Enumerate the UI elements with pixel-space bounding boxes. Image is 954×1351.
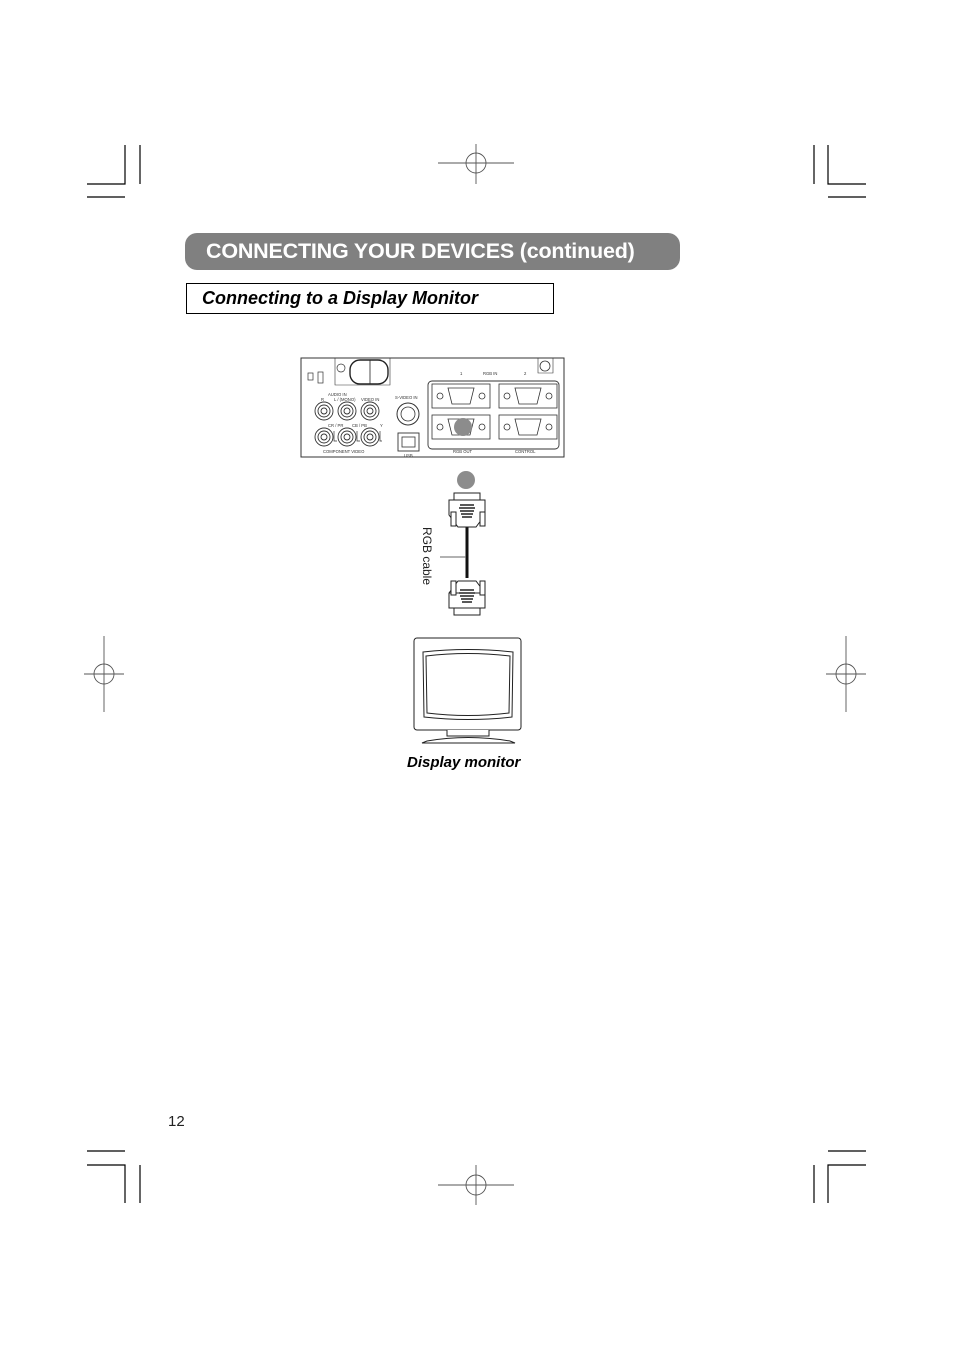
rgb-out-highlight — [454, 418, 472, 436]
connection-dot — [457, 471, 475, 489]
rgb-cable — [440, 471, 486, 616]
crop-mark-bottom-left — [87, 1164, 126, 1203]
rgb-cable-label: RGB cable — [420, 527, 434, 586]
vga-plug-bottom — [448, 580, 486, 616]
crop-mark-top-right — [827, 145, 866, 185]
vga-plug-top — [448, 492, 486, 528]
section-title: Connecting to a Display Monitor — [186, 283, 554, 314]
usb-port — [397, 432, 420, 452]
usb-label: USB — [404, 453, 413, 458]
power-inlet — [349, 359, 389, 385]
control-label: CONTROL — [515, 449, 536, 454]
video-in-label: VIDEO IN — [361, 397, 379, 402]
rgb-out-label: RGB OUT — [453, 449, 473, 454]
rgb-in-label: RGB IN — [483, 371, 497, 376]
registration-mark-top — [438, 144, 514, 184]
page-title: CONNECTING YOUR DEVICES (continued) — [185, 233, 680, 270]
cb-pb-label: CB / PB — [352, 423, 367, 428]
registration-mark-right — [826, 636, 866, 712]
registration-mark-left — [84, 636, 124, 712]
audio-l-label: L / (MONO) — [334, 397, 356, 402]
page-number: 12 — [168, 1113, 185, 1130]
crop-mark-bottom-right — [827, 1164, 866, 1203]
cr-pr-label: CR / PR — [328, 423, 343, 428]
s-video-port — [396, 402, 420, 426]
component-video-label: COMPONENT VIDEO — [323, 449, 365, 454]
display-monitor-icon — [413, 637, 522, 744]
monitor-caption: Display monitor — [407, 754, 521, 771]
s-video-in-label: S-VIDEO IN — [395, 395, 418, 400]
crop-mark-top-left — [87, 145, 126, 185]
y-label: Y — [380, 423, 383, 428]
audio-r-label: R — [321, 397, 324, 402]
crop-marks: AUDIO IN R L / (MONO) VIDEO IN CR / PR C… — [84, 144, 866, 1205]
registration-mark-bottom — [438, 1165, 514, 1205]
